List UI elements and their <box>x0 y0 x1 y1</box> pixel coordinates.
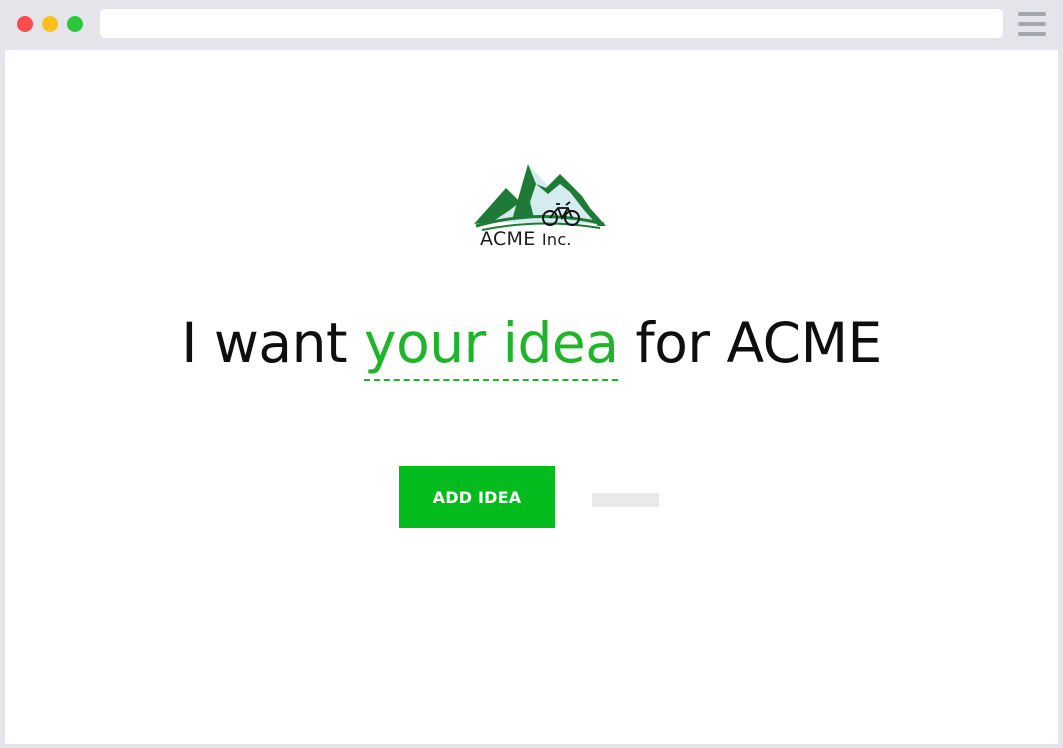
close-window-button[interactable] <box>17 16 33 32</box>
secondary-action-placeholder[interactable] <box>592 493 659 507</box>
address-bar[interactable] <box>100 9 1003 38</box>
page-viewport: ACME Inc. I want your idea for ACME ADD … <box>5 50 1058 744</box>
hamburger-menu-icon[interactable] <box>1018 12 1046 36</box>
headline-prefix: I want <box>181 311 348 375</box>
logo-suffix: Inc. <box>541 230 572 249</box>
browser-titlebar <box>0 0 1063 48</box>
headline-highlight-link[interactable]: your idea <box>364 311 619 381</box>
maximize-window-button[interactable] <box>67 16 83 32</box>
browser-window: ACME Inc. I want your idea for ACME ADD … <box>0 0 1063 748</box>
logo-wordmark: ACME Inc. <box>480 228 572 250</box>
logo-brand: ACME <box>480 228 536 250</box>
minimize-window-button[interactable] <box>42 16 58 32</box>
page-headline: I want your idea for ACME <box>5 306 1058 381</box>
add-idea-button[interactable]: ADD IDEA <box>399 466 555 528</box>
headline-suffix: for ACME <box>635 311 882 375</box>
